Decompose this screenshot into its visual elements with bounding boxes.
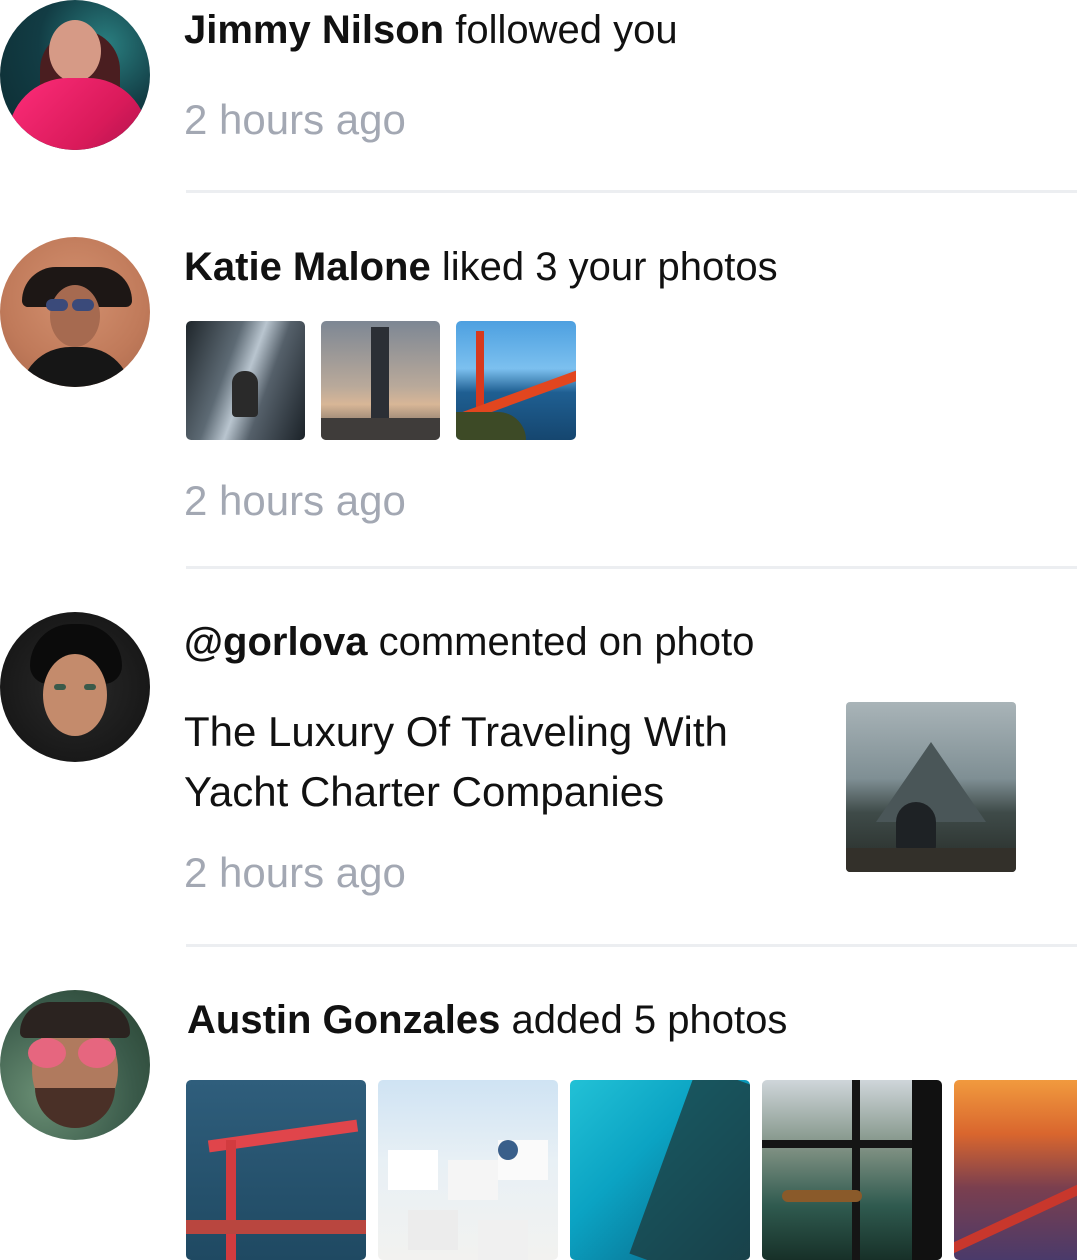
divider: [186, 566, 1077, 569]
photo-thumbnail-lake-window[interactable]: [762, 1080, 942, 1260]
photo-thumbnail-bridge-aerial[interactable]: [186, 1080, 366, 1260]
user-name-link[interactable]: Jimmy Nilson: [184, 8, 444, 52]
notification-headline-4: Austin Gonzales added 5 photos: [187, 992, 787, 1048]
action-text: followed you: [455, 8, 678, 52]
photo-thumbnail-waterfall[interactable]: [186, 321, 305, 440]
notification-headline-2: Katie Malone liked 3 your photos: [184, 239, 778, 295]
photo-thumbnail-tower[interactable]: [321, 321, 440, 440]
timestamp: 2 hours ago: [184, 477, 406, 524]
action-text: commented on photo: [378, 620, 755, 664]
timestamp: 2 hours ago: [184, 849, 406, 896]
avatar-austin-gonzales[interactable]: [0, 990, 150, 1140]
notification-headline-1: Jimmy Nilson followed you: [184, 2, 678, 58]
timestamp: 2 hours ago: [184, 96, 406, 143]
comment-text[interactable]: The Luxury Of Traveling With Yacht Chart…: [184, 702, 824, 822]
user-name-link[interactable]: Katie Malone: [184, 245, 431, 289]
divider: [186, 944, 1077, 947]
user-name-link[interactable]: Austin Gonzales: [187, 998, 500, 1042]
avatar-gorlova[interactable]: [0, 612, 150, 762]
divider: [186, 190, 1077, 193]
photo-thumbnail-mountain-lake[interactable]: [846, 702, 1016, 872]
photo-thumbnail-sunset-bridge[interactable]: [954, 1080, 1077, 1260]
action-text: liked 3 your photos: [441, 245, 778, 289]
user-name-link[interactable]: @gorlova: [184, 620, 367, 664]
action-text: added 5 photos: [511, 998, 788, 1042]
avatar-katie-malone[interactable]: [0, 237, 150, 387]
photo-thumbnail-white-town[interactable]: [378, 1080, 558, 1260]
photo-thumbnail-golden-gate[interactable]: [456, 321, 576, 440]
avatar-jimmy-nilson[interactable]: [0, 0, 150, 150]
photo-thumbnail-turquoise-sea[interactable]: [570, 1080, 750, 1260]
notification-headline-3: @gorlova commented on photo: [184, 614, 754, 670]
